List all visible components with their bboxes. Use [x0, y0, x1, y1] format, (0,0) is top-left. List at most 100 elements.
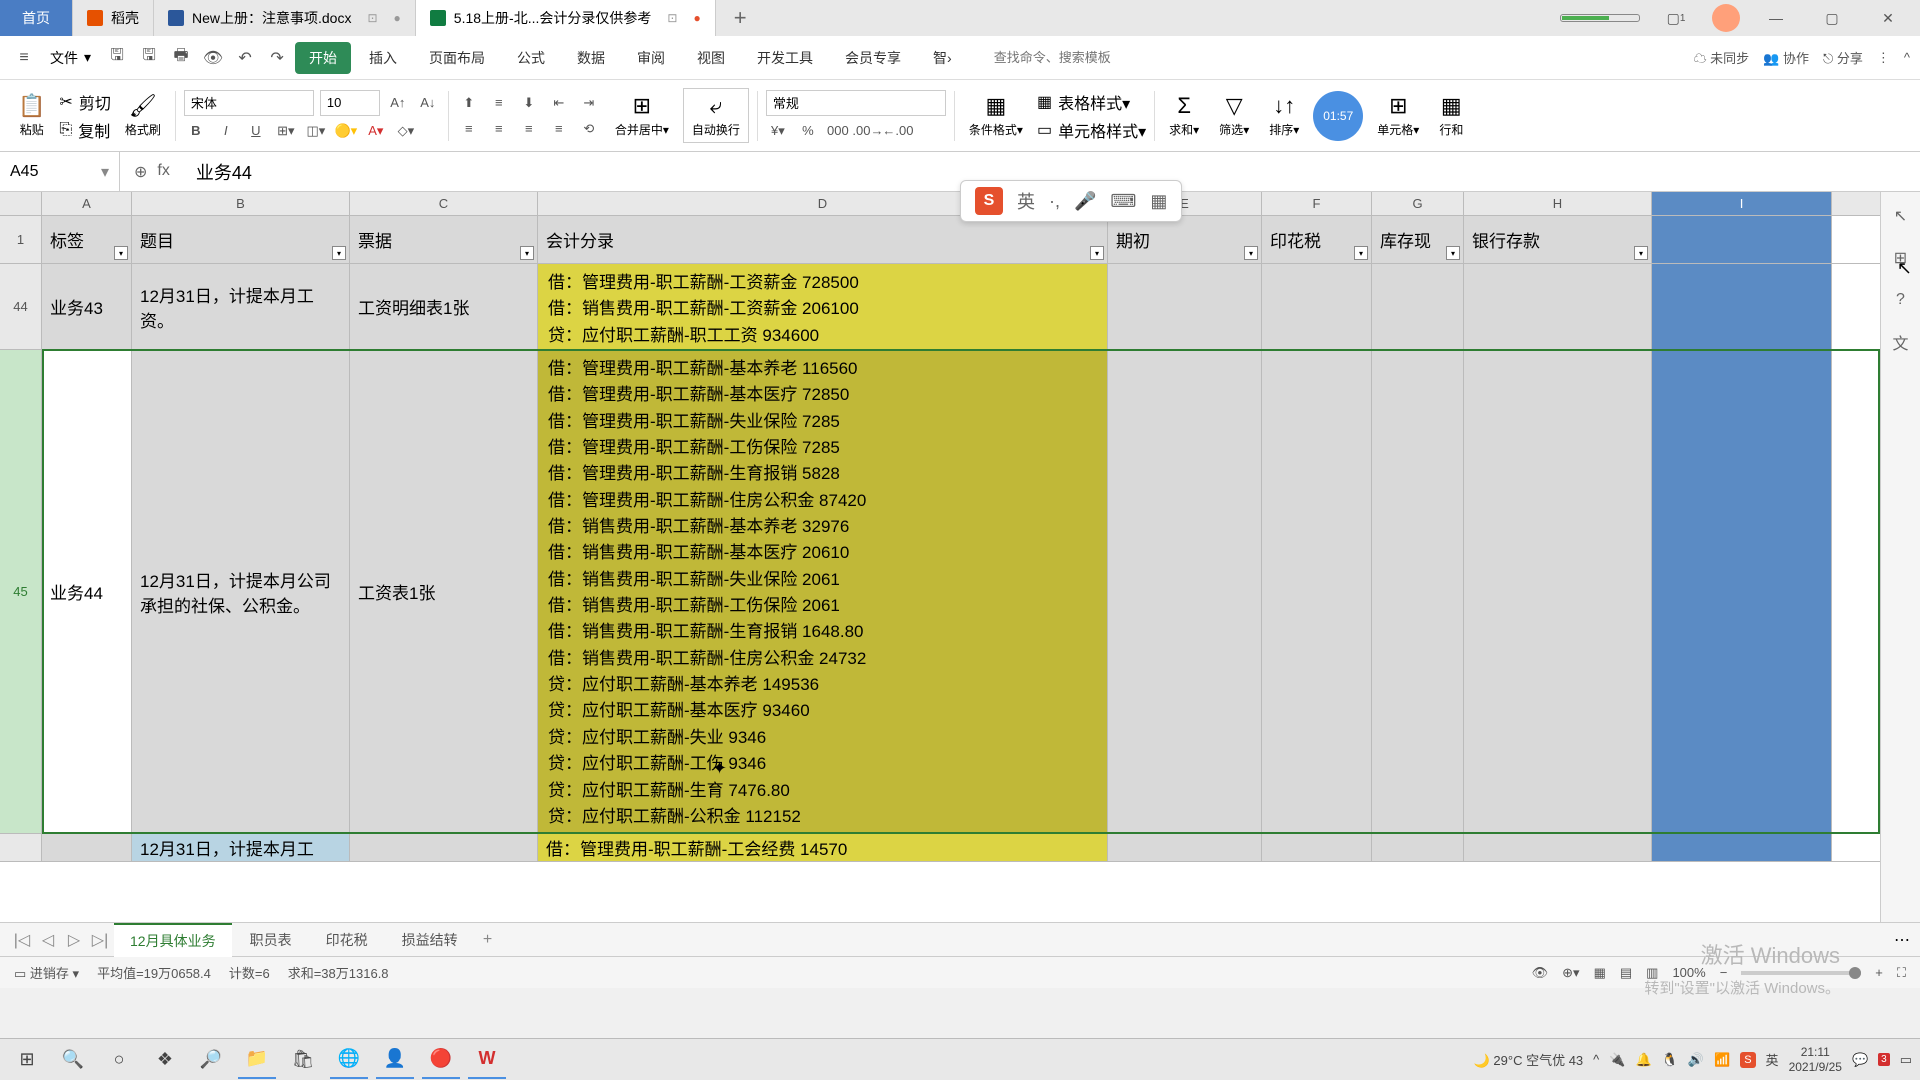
- store-icon[interactable]: 🛍: [284, 1041, 322, 1079]
- notification-icon[interactable]: 💬: [1852, 1052, 1868, 1068]
- sheet-tab-employee[interactable]: 职员表: [234, 924, 308, 956]
- cell-f46[interactable]: [1262, 834, 1372, 861]
- sheet-last-icon[interactable]: ▷|: [88, 930, 112, 950]
- filter-icon[interactable]: ▾: [520, 246, 534, 260]
- ime-lang[interactable]: 英: [1017, 188, 1035, 214]
- tray-qq-icon[interactable]: 🐧: [1662, 1052, 1678, 1068]
- ime-keyboard-icon[interactable]: ⌨: [1110, 191, 1136, 212]
- collab-button[interactable]: 👥 协作: [1763, 48, 1809, 67]
- maximize-button[interactable]: ▢: [1812, 3, 1852, 33]
- tab-home[interactable]: 首页: [0, 0, 73, 36]
- cell-i45[interactable]: [1652, 350, 1832, 833]
- fill-color-button[interactable]: 🟡▾: [334, 120, 358, 142]
- paste-button[interactable]: 📋粘贴: [12, 91, 51, 140]
- decrease-font-icon[interactable]: A↓: [416, 92, 440, 114]
- cell-b46[interactable]: 12月31日，计提本月工: [132, 834, 350, 861]
- close-icon[interactable]: ⊡: [667, 11, 677, 25]
- cell-a45[interactable]: 业务44: [42, 350, 132, 833]
- sheet-tab-profit[interactable]: 损益结转: [386, 924, 474, 956]
- wrap-button[interactable]: ⤶自动换行: [683, 88, 749, 143]
- underline-button[interactable]: U: [244, 120, 268, 142]
- border-button[interactable]: ⊞▾: [274, 120, 298, 142]
- zoom-value[interactable]: 100%: [1672, 965, 1705, 980]
- redo-icon[interactable]: ↷: [263, 44, 291, 72]
- close-icon[interactable]: ⊡: [367, 11, 377, 25]
- app-icon[interactable]: 👤: [376, 1041, 414, 1079]
- cell-reference-box[interactable]: A45 ▾: [0, 152, 120, 191]
- header-cell-topic[interactable]: 题目▾: [132, 216, 350, 263]
- tray-usb-icon[interactable]: 🔌: [1609, 1052, 1625, 1068]
- sogou-icon[interactable]: S: [975, 187, 1003, 215]
- cell-b44[interactable]: 12月31日，计提本月工资。: [132, 264, 350, 349]
- mode-indicator[interactable]: ▭ 进销存 ▾: [14, 963, 79, 982]
- col-header-c[interactable]: C: [350, 192, 538, 215]
- fx-icon[interactable]: fx: [157, 162, 169, 182]
- task-view-icon[interactable]: ❖: [146, 1041, 184, 1079]
- cell-i46[interactable]: [1652, 834, 1832, 861]
- row-header-1[interactable]: 1: [0, 216, 42, 263]
- header-cell-bank[interactable]: 银行存款▾: [1464, 216, 1652, 263]
- cell-a44[interactable]: 业务43: [42, 264, 132, 349]
- explorer-icon[interactable]: 📁: [238, 1041, 276, 1079]
- ime-punct-icon[interactable]: ·,: [1049, 191, 1060, 212]
- cell-h46[interactable]: [1464, 834, 1652, 861]
- filter-icon[interactable]: ▾: [1354, 246, 1368, 260]
- clock[interactable]: 21:112021/9/25: [1789, 1045, 1842, 1074]
- zoom-icon[interactable]: ⊕: [134, 162, 147, 182]
- cell-c46[interactable]: [350, 834, 538, 861]
- align-bottom-icon[interactable]: ⬇: [517, 92, 541, 114]
- align-top-icon[interactable]: ⬆: [457, 92, 481, 114]
- col-header-b[interactable]: B: [132, 192, 350, 215]
- sheet-first-icon[interactable]: |◁: [10, 930, 34, 950]
- menu-tab-formula[interactable]: 公式: [503, 42, 559, 74]
- share-button[interactable]: ⎋ 分享: [1823, 48, 1863, 67]
- comma-icon[interactable]: 000: [826, 120, 850, 142]
- tab-doc-1[interactable]: New上册：注意事项.docx⊡●: [154, 0, 416, 36]
- menu-tab-review[interactable]: 审阅: [623, 42, 679, 74]
- chrome-icon[interactable]: 🔴: [422, 1041, 460, 1079]
- search-icon[interactable]: 🔍: [54, 1041, 92, 1079]
- action-center-icon[interactable]: ▭: [1900, 1052, 1912, 1068]
- cell-e46[interactable]: [1108, 834, 1262, 861]
- align-left-icon[interactable]: ≡: [457, 118, 481, 140]
- cell-c44[interactable]: 工资明细表1张: [350, 264, 538, 349]
- tray-chevron-icon[interactable]: ^: [1593, 1052, 1599, 1067]
- row-button[interactable]: ▦行和: [1433, 91, 1469, 140]
- view-normal-icon[interactable]: ▦: [1594, 965, 1606, 981]
- wps-icon[interactable]: W: [468, 1041, 506, 1079]
- col-header-a[interactable]: A: [42, 192, 132, 215]
- col-header-f[interactable]: F: [1262, 192, 1372, 215]
- save-icon[interactable]: 🖫: [103, 44, 131, 72]
- box-button[interactable]: ▢1: [1656, 3, 1696, 33]
- font-name-select[interactable]: [184, 90, 314, 116]
- view-page-icon[interactable]: ▤: [1620, 965, 1632, 981]
- menu-tab-vip[interactable]: 会员专享: [831, 42, 915, 74]
- properties-icon[interactable]: ⊞: [1889, 246, 1913, 270]
- filter-icon[interactable]: ▾: [332, 246, 346, 260]
- cell-style-button[interactable]: ▭单元格样式▾: [1037, 118, 1146, 142]
- add-sheet-button[interactable]: +: [476, 931, 500, 949]
- increase-font-icon[interactable]: A↑: [386, 92, 410, 114]
- fullscreen-icon[interactable]: ⛶: [1897, 965, 1906, 981]
- cell-e45[interactable]: [1108, 350, 1262, 833]
- bold-button[interactable]: B: [184, 120, 208, 142]
- menu-tab-smart[interactable]: 智›: [919, 42, 966, 74]
- menu-tab-view[interactable]: 视图: [683, 42, 739, 74]
- ime-mic-icon[interactable]: 🎤: [1074, 191, 1096, 212]
- cell-c45[interactable]: 工资表1张: [350, 350, 538, 833]
- header-cell-label[interactable]: 标签▾: [42, 216, 132, 263]
- cell-f45[interactable]: [1262, 350, 1372, 833]
- cell-i44[interactable]: [1652, 264, 1832, 349]
- col-header-i[interactable]: I: [1652, 192, 1832, 215]
- menu-tab-dev[interactable]: 开发工具: [743, 42, 827, 74]
- more-icon[interactable]: ⋮: [1877, 50, 1890, 66]
- tab-docer[interactable]: 稻壳: [73, 0, 154, 36]
- grid-icon[interactable]: ⊕▾: [1562, 965, 1579, 981]
- orientation-icon[interactable]: ⟲: [577, 118, 601, 140]
- zoom-in-icon[interactable]: +: [1875, 965, 1883, 980]
- tray-lang-icon[interactable]: 英: [1766, 1050, 1779, 1069]
- indent-increase-icon[interactable]: ⇥: [577, 92, 601, 114]
- row-header-45[interactable]: 45: [0, 350, 42, 833]
- select-tool-icon[interactable]: ↖: [1889, 204, 1913, 228]
- minimize-button[interactable]: —: [1756, 3, 1796, 33]
